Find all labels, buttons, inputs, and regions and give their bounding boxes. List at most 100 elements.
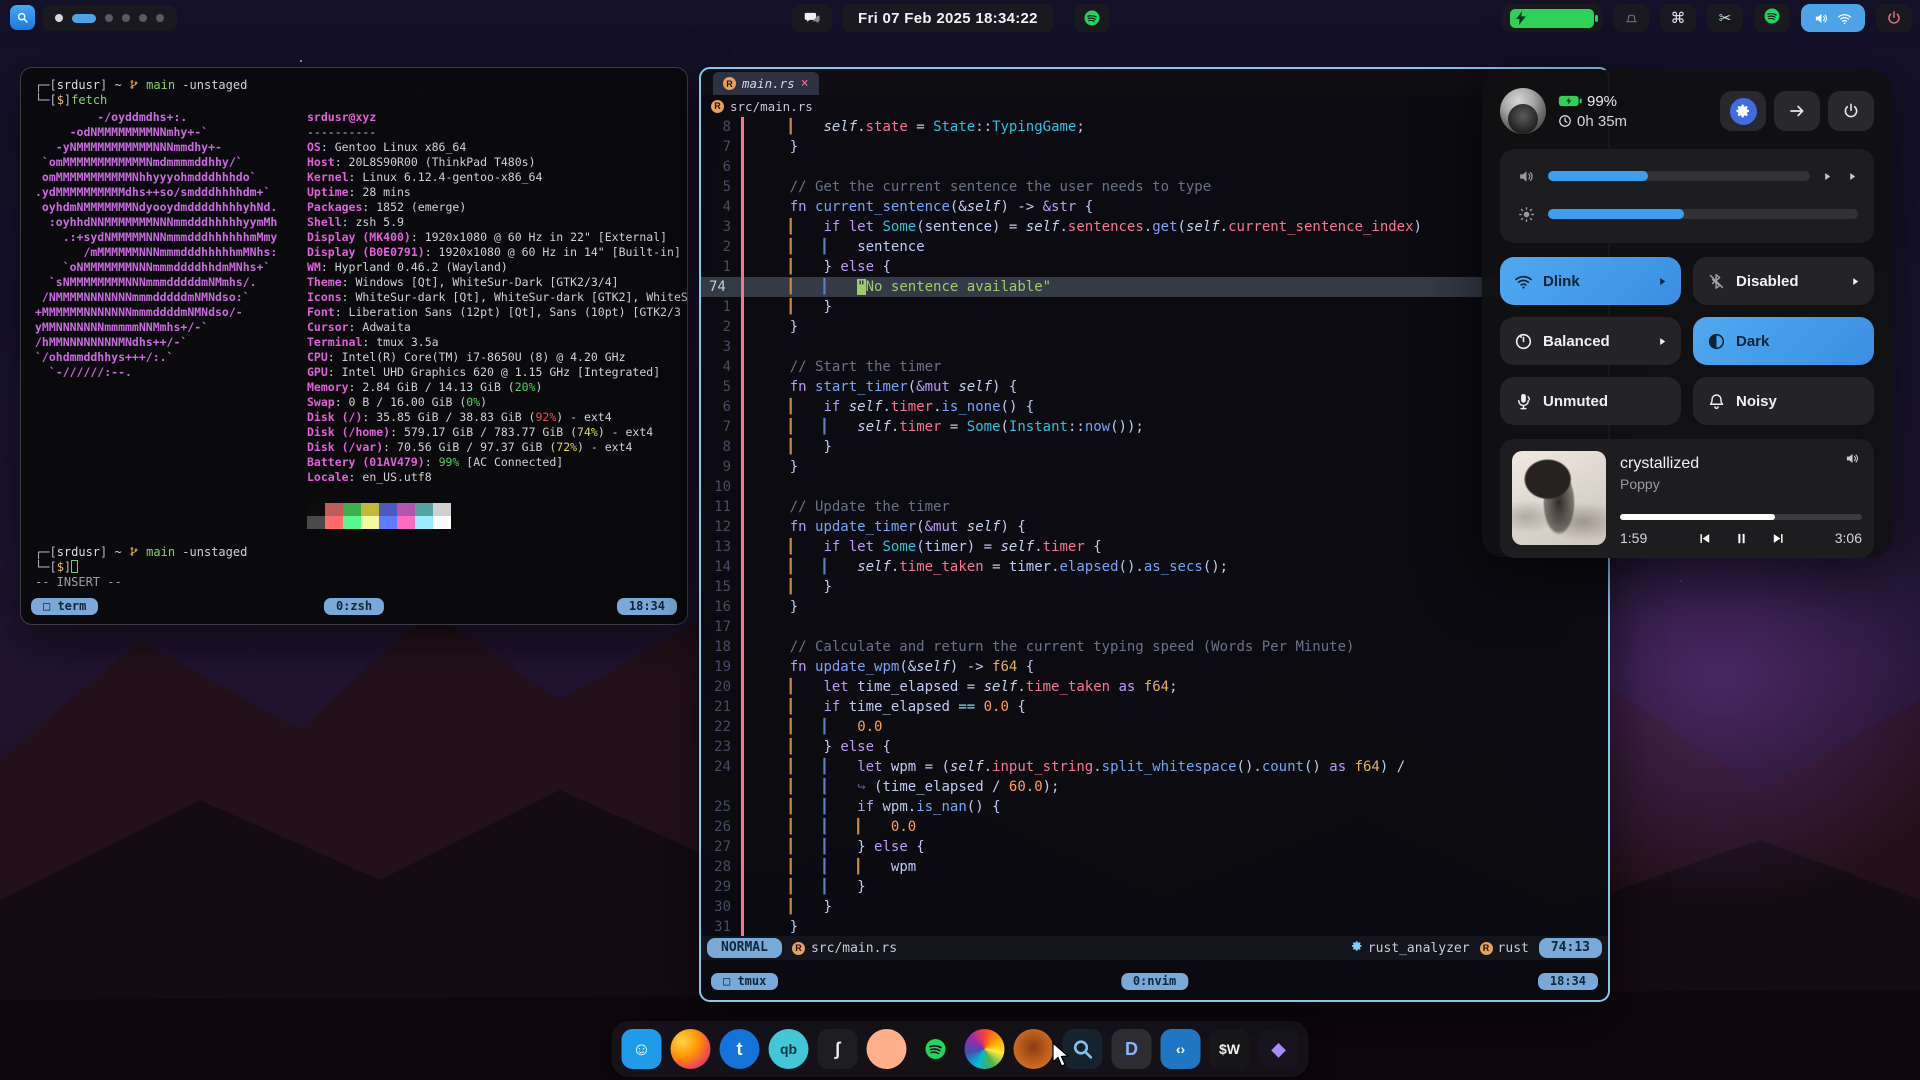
- workspace-dot-occupied[interactable]: [55, 14, 63, 22]
- volume-network-button[interactable]: [1801, 4, 1865, 32]
- previous-track-button[interactable]: [1697, 531, 1712, 546]
- tray-screenshot-button[interactable]: ✂: [1707, 4, 1743, 32]
- neovim-window[interactable]: R main.rs × R src/main.rs 8 ▎ self.state…: [699, 67, 1610, 1002]
- code-line[interactable]: 2 ▎ ▎ sentence: [701, 237, 1608, 257]
- workspace-dot-empty[interactable]: [156, 14, 164, 22]
- dock-icon-shortcuts[interactable]: ʃ: [818, 1029, 858, 1069]
- code-line[interactable]: 15 ▎ }: [701, 577, 1608, 597]
- notifications-button[interactable]: [792, 4, 832, 32]
- code-line[interactable]: 17: [701, 617, 1608, 637]
- dock-icon-qbittorrent[interactable]: qb: [769, 1029, 809, 1069]
- battery-widget[interactable]: [1502, 4, 1602, 32]
- code-line[interactable]: 19 fn update_wpm(&self) -> f64 {: [701, 657, 1608, 677]
- settings-button[interactable]: [1720, 91, 1766, 131]
- workspace-dot-empty[interactable]: [139, 14, 147, 22]
- expand-button[interactable]: [1774, 91, 1820, 131]
- code-line[interactable]: ▎ ▎ ↪ (time_elapsed / 60.0);: [701, 777, 1608, 797]
- toggle-disabled[interactable]: Disabled: [1693, 257, 1874, 305]
- dock-icon-thunderbird[interactable]: t: [720, 1029, 760, 1069]
- code-line[interactable]: 7 }: [701, 137, 1608, 157]
- volume-slider[interactable]: [1548, 171, 1810, 181]
- tray-lamp-button[interactable]: [1613, 4, 1649, 32]
- code-line[interactable]: 21 ▎ if time_elapsed == 0.0 {: [701, 697, 1608, 717]
- code-line[interactable]: 6 ▎ if self.timer.is_none() {: [701, 397, 1608, 417]
- avatar[interactable]: [1500, 88, 1546, 134]
- code-line[interactable]: 4 fn current_sentence(&self) -> &str {: [701, 197, 1608, 217]
- dock-icon-firefox[interactable]: [671, 1029, 711, 1069]
- toggle-noisy[interactable]: Noisy: [1693, 377, 1874, 425]
- code-line-current[interactable]: 74 ▎ ▎ "No sentence available": [701, 277, 1608, 297]
- power-button[interactable]: [1876, 4, 1912, 32]
- workspace-indicator[interactable]: [42, 5, 177, 31]
- workspace-dot-empty[interactable]: [105, 14, 113, 22]
- brightness-slider[interactable]: [1548, 209, 1858, 219]
- code-line[interactable]: 8 ▎ }: [701, 437, 1608, 457]
- player-volume-icon[interactable]: [1845, 451, 1860, 471]
- code-area[interactable]: 8 ▎ self.state = State::TypingGame;7 }65…: [701, 117, 1608, 937]
- code-line[interactable]: 13 ▎ if let Some(timer) = self.timer {: [701, 537, 1608, 557]
- next-track-button[interactable]: [1771, 531, 1786, 546]
- chevron-right-icon[interactable]: [1822, 171, 1833, 182]
- code-line[interactable]: 3: [701, 337, 1608, 357]
- dock-icon-discord[interactable]: D: [1112, 1029, 1152, 1069]
- code-line[interactable]: 29 ▎ ▎ }: [701, 877, 1608, 897]
- code-line[interactable]: 20 ▎ let time_elapsed = self.time_taken …: [701, 677, 1608, 697]
- code-line[interactable]: 12 fn update_timer(&mut self) {: [701, 517, 1608, 537]
- terminal-prompt[interactable]: ┌─[srdusr] ~ main -unstaged └─[$]: [35, 545, 677, 575]
- code-line[interactable]: 5 fn start_timer(&mut self) {: [701, 377, 1608, 397]
- pause-button[interactable]: [1734, 531, 1749, 546]
- code-line[interactable]: 6: [701, 157, 1608, 177]
- tmux-session-name[interactable]: □ tmux: [711, 973, 778, 990]
- dock-icon-sw-app[interactable]: $W: [1210, 1029, 1250, 1069]
- code-line[interactable]: 23 ▎ } else {: [701, 737, 1608, 757]
- chevron-right-icon[interactable]: [1657, 276, 1668, 287]
- tmux-session-name[interactable]: □ term: [31, 598, 98, 615]
- dock-icon-files[interactable]: ☺: [622, 1029, 662, 1069]
- workspace-dot-empty[interactable]: [122, 14, 130, 22]
- close-icon[interactable]: ×: [801, 76, 809, 91]
- dock-icon-cargo[interactable]: [1014, 1029, 1054, 1069]
- code-line[interactable]: 4 // Start the timer: [701, 357, 1608, 377]
- code-line[interactable]: 9 }: [701, 457, 1608, 477]
- code-line[interactable]: 28 ▎ ▎ ▎ wpm: [701, 857, 1608, 877]
- code-line[interactable]: 10: [701, 477, 1608, 497]
- chevron-right-icon[interactable]: [1657, 336, 1668, 347]
- code-line[interactable]: 7 ▎ ▎ self.timer = Some(Instant::now());: [701, 417, 1608, 437]
- code-line[interactable]: 8 ▎ self.state = State::TypingGame;: [701, 117, 1608, 137]
- code-line[interactable]: 26 ▎ ▎ ▎ 0.0: [701, 817, 1608, 837]
- code-line[interactable]: 22 ▎ ▎ 0.0: [701, 717, 1608, 737]
- chevron-right-icon[interactable]: [1847, 171, 1858, 182]
- app-launcher-button[interactable]: [10, 5, 35, 30]
- code-line[interactable]: 3 ▎ if let Some(sentence) = self.sentenc…: [701, 217, 1608, 237]
- code-line[interactable]: 1 ▎ } else {: [701, 257, 1608, 277]
- dock-icon-vscode[interactable]: ‹›: [1161, 1029, 1201, 1069]
- code-line[interactable]: 11 // Update the timer: [701, 497, 1608, 517]
- code-line[interactable]: 14 ▎ ▎ self.time_taken = timer.elapsed()…: [701, 557, 1608, 577]
- code-line[interactable]: 18 // Calculate and return the current t…: [701, 637, 1608, 657]
- tray-spotify-button[interactable]: [1754, 4, 1790, 32]
- tmux-window-name[interactable]: 0:nvim: [1121, 973, 1188, 990]
- chevron-right-icon[interactable]: [1850, 276, 1861, 287]
- tmux-window-name[interactable]: 0:zsh: [324, 598, 384, 615]
- tab-main-rs[interactable]: R main.rs ×: [713, 72, 819, 95]
- dock-icon-photos[interactable]: [965, 1029, 1005, 1069]
- code-line[interactable]: 1 ▎ }: [701, 297, 1608, 317]
- workspace-dot-active[interactable]: [72, 14, 96, 23]
- code-line[interactable]: 25 ▎ ▎ if wpm.is_nan() {: [701, 797, 1608, 817]
- code-line[interactable]: 31 }: [701, 917, 1608, 937]
- power-menu-button[interactable]: [1828, 91, 1874, 131]
- tray-command-button[interactable]: ⌘: [1660, 4, 1696, 32]
- seek-bar[interactable]: [1620, 514, 1862, 520]
- spotify-widget[interactable]: [1074, 4, 1110, 32]
- code-line[interactable]: 2 }: [701, 317, 1608, 337]
- toggle-dark[interactable]: Dark: [1693, 317, 1874, 365]
- toggle-dlink[interactable]: Dlink: [1500, 257, 1681, 305]
- dock-icon-peach-app[interactable]: [867, 1029, 907, 1069]
- code-line[interactable]: 24 ▎ ▎ let wpm = (self.input_string.spli…: [701, 757, 1608, 777]
- dock-icon-spotify[interactable]: [916, 1029, 956, 1069]
- code-line[interactable]: 16 }: [701, 597, 1608, 617]
- code-line[interactable]: 30 ▎ }: [701, 897, 1608, 917]
- dock-icon-obsidian[interactable]: ◆: [1259, 1029, 1299, 1069]
- toggle-unmuted[interactable]: Unmuted: [1500, 377, 1681, 425]
- clock-widget[interactable]: Fri 07 Feb 2025 18:34:22: [842, 4, 1054, 32]
